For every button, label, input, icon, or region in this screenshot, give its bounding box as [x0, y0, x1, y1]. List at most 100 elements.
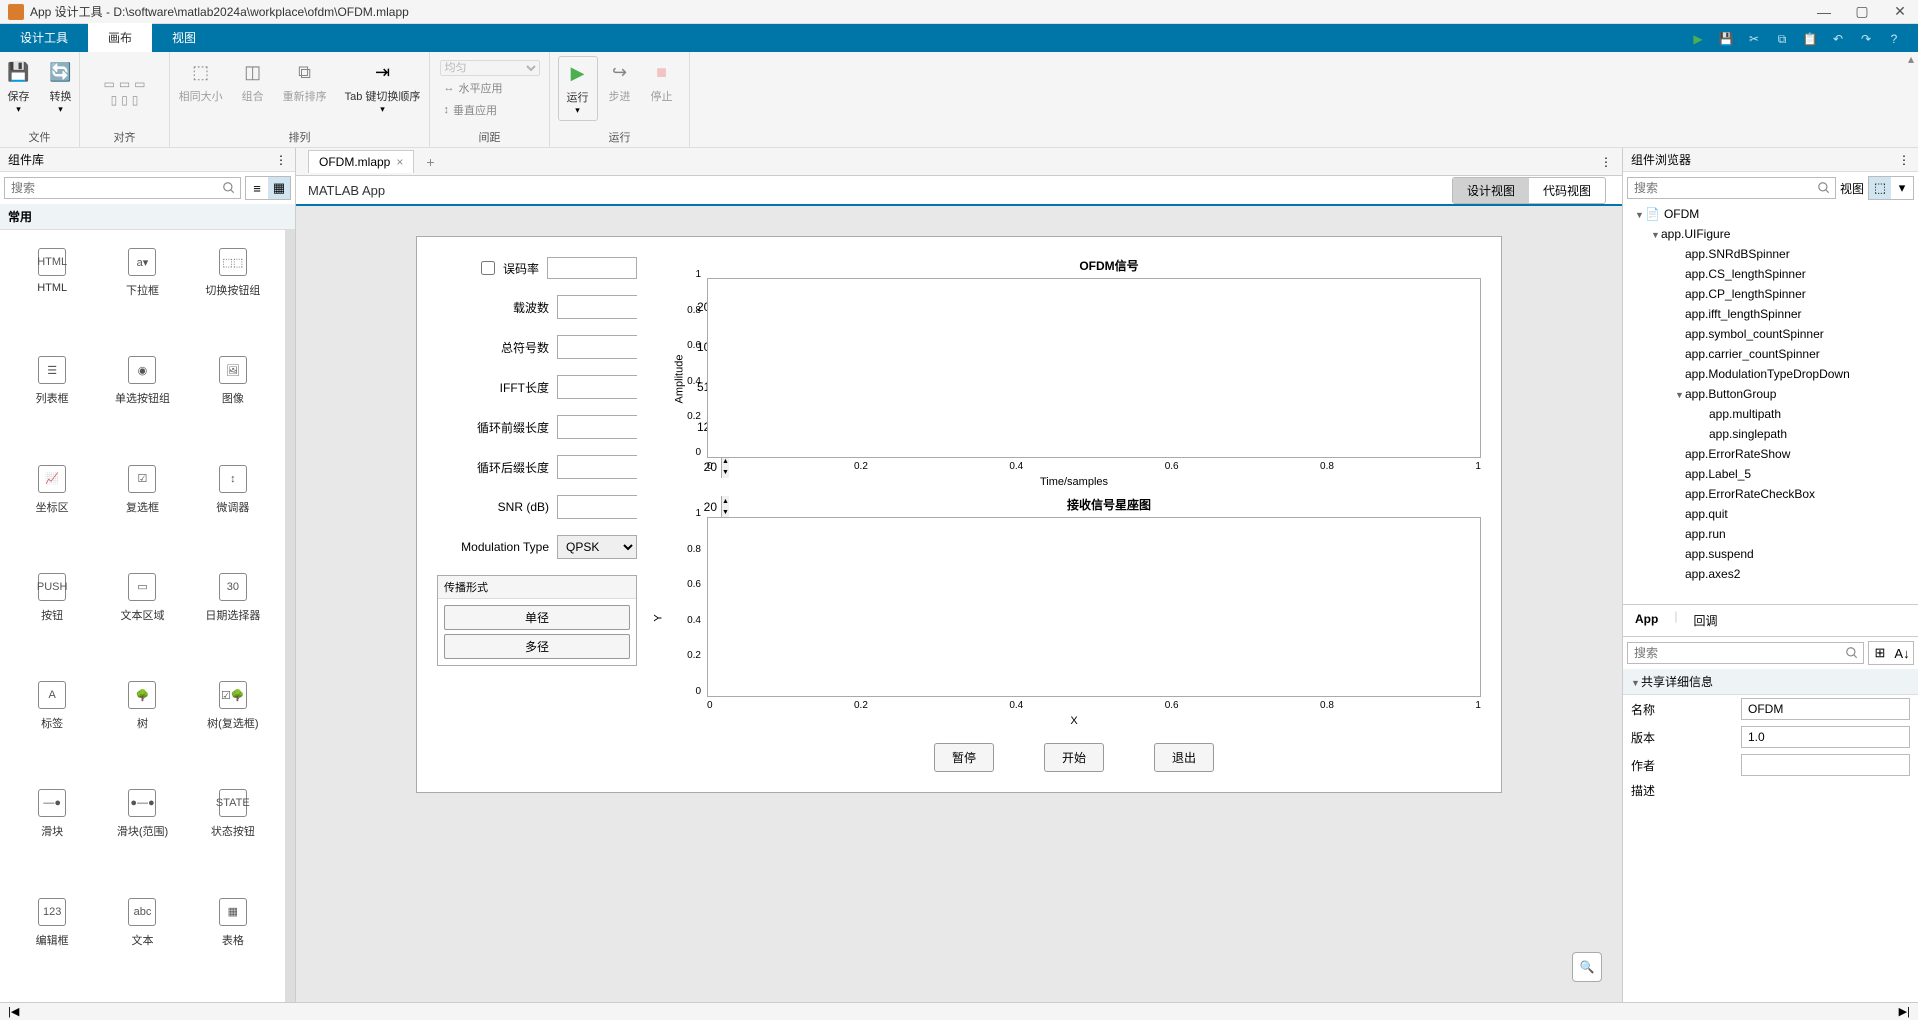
collapse-ribbon-icon[interactable]: ▴	[1904, 52, 1918, 147]
inspector-search-input[interactable]	[1627, 642, 1864, 664]
align-top-icon[interactable]: ▯	[111, 93, 118, 107]
quit-button[interactable]: 退出	[1154, 743, 1214, 772]
tree-item[interactable]: app.ErrorRateShow	[1623, 444, 1918, 464]
suspend-button[interactable]: 暂停	[934, 743, 994, 772]
name-input[interactable]	[1741, 698, 1910, 720]
axes2[interactable]: 接收信号星座图 Y 10.80.60.40.20 00.20.40.60.81 …	[667, 496, 1481, 727]
tree-item[interactable]: app.Label_5	[1623, 464, 1918, 484]
symbols-spinner[interactable]: ▲▼	[557, 335, 637, 359]
tab-design[interactable]: 设计工具	[0, 23, 88, 52]
combine-button[interactable]: ◫ 组合	[233, 56, 273, 108]
component-图像[interactable]: 🖼图像	[193, 350, 273, 448]
axes1[interactable]: OFDM信号 Amplitude 10.80.60.40.20 00.20.40…	[667, 257, 1481, 488]
modulation-dropdown[interactable]: QPSK	[557, 535, 637, 559]
status-right-icon[interactable]: ▶|	[1899, 1005, 1910, 1018]
zoom-in-icon[interactable]: 🔍	[1572, 952, 1602, 982]
ifft-spinner[interactable]: ▲▼	[557, 375, 637, 399]
tab-view[interactable]: 视图	[152, 23, 216, 52]
sort-icon[interactable]: ▾	[1891, 177, 1913, 199]
component-下拉框[interactable]: a▾下拉框	[102, 242, 182, 340]
help-icon[interactable]: ?	[1885, 30, 1903, 48]
inspector-tab-callback[interactable]: 回调	[1689, 609, 1721, 632]
tree-item[interactable]: app.multipath	[1623, 404, 1918, 424]
component-日期选择器[interactable]: 30日期选择器	[193, 567, 273, 665]
code-view-tab[interactable]: 代码视图	[1529, 178, 1605, 203]
component-search-input[interactable]	[4, 177, 241, 199]
tree-item[interactable]: app.singlepath	[1623, 424, 1918, 444]
error-rate-checkbox[interactable]	[481, 261, 495, 275]
run-button[interactable]: ▶ 运行 ▾	[558, 56, 598, 121]
align-center-icon[interactable]: ▭	[119, 77, 130, 91]
component-滑块[interactable]: —●滑块	[12, 783, 92, 881]
tree-item[interactable]: app.carrier_countSpinner	[1623, 344, 1918, 364]
expand-icon[interactable]: ⊞	[1869, 642, 1891, 664]
app-uifigure[interactable]: 误码率 载波数 ▲▼ 总符号数 ▲▼ IFFT长度 ▲▼	[416, 236, 1502, 793]
component-坐标区[interactable]: 📈坐标区	[12, 459, 92, 557]
spacing-select[interactable]: 均匀	[440, 60, 540, 76]
panel-menu-icon[interactable]: ⋮	[1898, 153, 1910, 167]
browser-search-input[interactable]	[1627, 177, 1836, 199]
run-icon[interactable]: ▶	[1689, 30, 1707, 48]
tree-item[interactable]: ▼app.UIFigure	[1623, 224, 1918, 244]
component-树[interactable]: 🌳树	[102, 675, 182, 773]
tree-item[interactable]: app.CP_lengthSpinner	[1623, 284, 1918, 304]
cut-icon[interactable]: ✂	[1745, 30, 1763, 48]
close-button[interactable]: ✕	[1890, 2, 1910, 22]
step-button[interactable]: ↪ 步进	[600, 56, 640, 108]
same-size-button[interactable]: ⬚ 相同大小	[171, 56, 231, 108]
tree-item[interactable]: ▼📄OFDM	[1623, 204, 1918, 224]
component-列表框[interactable]: ☰列表框	[12, 350, 92, 448]
spacing-v-button[interactable]: ↕垂直应用	[440, 100, 540, 120]
align-bottom-icon[interactable]: ▯	[132, 93, 139, 107]
save-button[interactable]: 💾 保存 ▾	[0, 56, 39, 119]
close-tab-icon[interactable]: ×	[396, 155, 403, 169]
tree-view-icon[interactable]: ⬚	[1869, 177, 1891, 199]
component-文本区域[interactable]: ▭文本区域	[102, 567, 182, 665]
reorder-button[interactable]: ⧉ 重新排序	[275, 56, 335, 108]
align-middle-icon[interactable]: ▯	[121, 93, 128, 107]
singlepath-button[interactable]: 单径	[444, 605, 630, 630]
cp-length-spinner[interactable]: ▲▼	[557, 415, 637, 439]
component-按钮[interactable]: PUSH按钮	[12, 567, 92, 665]
component-单选按钮组[interactable]: ◉单选按钮组	[102, 350, 182, 448]
carriers-spinner[interactable]: ▲▼	[557, 295, 637, 319]
component-复选框[interactable]: ☑复选框	[102, 459, 182, 557]
grid-view-icon[interactable]: ▦	[268, 177, 290, 199]
version-input[interactable]	[1741, 726, 1910, 748]
component-表格[interactable]: ▦表格	[193, 892, 273, 990]
maximize-button[interactable]: ▢	[1852, 2, 1872, 22]
tab-menu-icon[interactable]: ⋮	[1590, 155, 1622, 169]
component-切换按钮组[interactable]: ⬚⬚切换按钮组	[193, 242, 273, 340]
inspector-section[interactable]: 共享详细信息	[1641, 675, 1713, 689]
stop-button[interactable]: ■ 停止	[642, 56, 682, 108]
tree-item[interactable]: app.ModulationTypeDropDown	[1623, 364, 1918, 384]
component-滑块(范围)[interactable]: ●—●滑块(范围)	[102, 783, 182, 881]
component-HTML[interactable]: HTMLHTML	[12, 242, 92, 340]
tree-item[interactable]: app.ErrorRateCheckBox	[1623, 484, 1918, 504]
multipath-button[interactable]: 多径	[444, 634, 630, 659]
spacing-h-button[interactable]: ↔水平应用	[440, 78, 540, 98]
component-状态按钮[interactable]: STATE状态按钮	[193, 783, 273, 881]
scrollbar[interactable]	[285, 230, 295, 1002]
tree-item[interactable]: app.suspend	[1623, 544, 1918, 564]
file-tab[interactable]: OFDM.mlapp ×	[308, 150, 414, 173]
tab-canvas[interactable]: 画布	[88, 23, 152, 52]
component-标签[interactable]: A标签	[12, 675, 92, 773]
tree-item[interactable]: app.CS_lengthSpinner	[1623, 264, 1918, 284]
tree-item[interactable]: app.symbol_countSpinner	[1623, 324, 1918, 344]
list-view-icon[interactable]: ≡	[246, 177, 268, 199]
tree-item[interactable]: app.quit	[1623, 504, 1918, 524]
add-tab-button[interactable]: +	[420, 154, 440, 170]
minimize-button[interactable]: —	[1814, 2, 1834, 22]
sort-az-icon[interactable]: A↓	[1891, 642, 1913, 664]
tree-item[interactable]: app.SNRdBSpinner	[1623, 244, 1918, 264]
start-button[interactable]: 开始	[1044, 743, 1104, 772]
redo-icon[interactable]: ↷	[1857, 30, 1875, 48]
component-编辑框[interactable]: 123编辑框	[12, 892, 92, 990]
undo-icon[interactable]: ↶	[1829, 30, 1847, 48]
status-left-icon[interactable]: |◀	[8, 1005, 19, 1018]
snr-spinner[interactable]: ▲▼	[557, 495, 637, 519]
author-input[interactable]	[1741, 754, 1910, 776]
paste-icon[interactable]: 📋	[1801, 30, 1819, 48]
design-view-tab[interactable]: 设计视图	[1453, 178, 1529, 203]
